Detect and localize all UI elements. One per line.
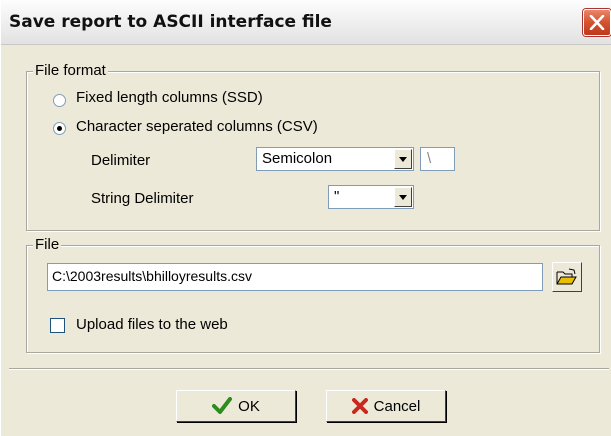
delimiter-label: Delimiter xyxy=(91,152,151,169)
cancel-button-content: Cancel xyxy=(327,391,445,421)
custom-delimiter-field[interactable]: \ xyxy=(420,147,455,171)
file-group: File xyxy=(26,236,600,353)
string-delimiter-select[interactable]: " xyxy=(328,185,414,209)
x-icon xyxy=(351,398,368,414)
radio-fixed-length[interactable] xyxy=(53,94,66,107)
custom-delimiter-value: \ xyxy=(427,150,432,167)
delimiter-select-value: Semicolon xyxy=(262,150,333,167)
ok-button-content: OK xyxy=(177,391,295,421)
chevron-down-icon[interactable] xyxy=(394,149,412,169)
title-bar[interactable]: Save report to ASCII interface file xyxy=(1,0,611,45)
cancel-button[interactable]: Cancel xyxy=(326,390,446,422)
radio-character-separated-label[interactable]: Character seperated columns (CSV) xyxy=(76,118,318,135)
radio-fixed-length-label[interactable]: Fixed length columns (SSD) xyxy=(76,89,263,106)
string-delimiter-select-value: " xyxy=(334,188,340,205)
ok-button-label: OK xyxy=(238,397,260,415)
file-legend: File xyxy=(33,236,62,253)
ok-button[interactable]: OK xyxy=(176,390,296,422)
dialog-window: Save report to ASCII interface file File… xyxy=(0,0,611,436)
upload-checkbox-label[interactable]: Upload files to the web xyxy=(76,316,228,333)
radio-character-separated[interactable] xyxy=(53,122,66,135)
delimiter-select[interactable]: Semicolon xyxy=(256,147,414,171)
string-delimiter-label: String Delimiter xyxy=(91,190,194,207)
check-icon xyxy=(212,397,233,414)
divider xyxy=(9,368,609,370)
file-path-input[interactable]: C:\2003results\bhilloyresults.csv xyxy=(47,263,543,291)
window-title: Save report to ASCII interface file xyxy=(9,12,332,32)
chevron-down-icon[interactable] xyxy=(394,187,412,207)
file-path-value: C:\2003results\bhilloyresults.csv xyxy=(52,268,252,284)
open-folder-icon xyxy=(556,268,577,285)
upload-checkbox[interactable] xyxy=(50,318,65,333)
cancel-button-label: Cancel xyxy=(373,397,421,415)
browse-button[interactable] xyxy=(552,262,582,292)
file-format-legend: File format xyxy=(33,62,108,79)
close-button[interactable] xyxy=(583,9,611,36)
close-icon xyxy=(589,15,605,30)
